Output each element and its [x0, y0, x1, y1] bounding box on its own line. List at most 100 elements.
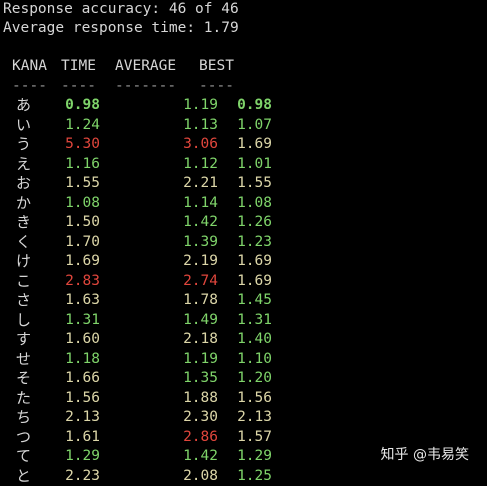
- table-row: え1.161.121.01: [3, 155, 487, 175]
- kana-cell: ち: [3, 408, 38, 428]
- accuracy-line: Response accuracy: 46 of 46: [3, 0, 487, 19]
- time-cell: 1.18: [38, 350, 100, 370]
- terminal-window: Response accuracy: 46 of 46 Average resp…: [3, 0, 487, 475]
- time-cell: 1.70: [38, 233, 100, 253]
- time-cell: 2.83: [38, 272, 100, 292]
- table-row: け1.692.191.69: [3, 252, 487, 272]
- kana-cell: つ: [3, 428, 38, 448]
- table-row: き1.501.421.26: [3, 213, 487, 233]
- kana-cell: た: [3, 389, 38, 409]
- best-cell: 1.69: [218, 272, 272, 292]
- best-cell: 1.55: [218, 174, 272, 194]
- best-cell: 1.57: [218, 428, 272, 448]
- time-cell: 1.55: [38, 174, 100, 194]
- best-cell: 1.01: [218, 155, 272, 175]
- divider-average: -------: [109, 77, 195, 97]
- average-cell: 2.21: [100, 174, 218, 194]
- average-cell: 1.49: [100, 311, 218, 331]
- kana-cell: く: [3, 233, 38, 253]
- table-row: た1.561.881.56: [3, 389, 487, 409]
- table-row: そ1.661.351.20: [3, 369, 487, 389]
- kana-cell: け: [3, 252, 38, 272]
- time-cell: 2.23: [38, 467, 100, 486]
- time-cell: 1.66: [38, 369, 100, 389]
- table-row: ち2.132.302.13: [3, 408, 487, 428]
- average-cell: 2.08: [100, 467, 218, 486]
- kana-cell: そ: [3, 369, 38, 389]
- time-cell: 1.24: [38, 116, 100, 136]
- best-cell: 1.10: [218, 350, 272, 370]
- average-cell: 2.30: [100, 408, 218, 428]
- best-cell: 1.69: [218, 135, 272, 155]
- kana-cell: い: [3, 116, 38, 136]
- kana-cell: す: [3, 330, 38, 350]
- table-header: KANA TIME AVERAGE BEST: [3, 57, 487, 77]
- header-kana: KANA: [3, 57, 61, 77]
- watermark: 知乎 @韦易笑: [381, 446, 469, 465]
- time-cell: 1.63: [38, 291, 100, 311]
- average-cell: 1.88: [100, 389, 218, 409]
- kana-cell: う: [3, 135, 38, 155]
- best-cell: 1.25: [218, 467, 272, 486]
- table-row: あ0.981.190.98: [3, 96, 487, 116]
- best-cell: 1.07: [218, 116, 272, 136]
- average-time-line: Average response time: 1.79: [3, 19, 487, 38]
- time-cell: 5.30: [38, 135, 100, 155]
- kana-cell: し: [3, 311, 38, 331]
- best-cell: 1.56: [218, 389, 272, 409]
- table-row: さ1.631.781.45: [3, 291, 487, 311]
- table-row: い1.241.131.07: [3, 116, 487, 136]
- kana-cell: こ: [3, 272, 38, 292]
- kana-cell: き: [3, 213, 38, 233]
- best-cell: 1.31: [218, 311, 272, 331]
- kana-cell: さ: [3, 291, 38, 311]
- average-cell: 1.19: [100, 350, 218, 370]
- average-cell: 2.19: [100, 252, 218, 272]
- table-row: お1.552.211.55: [3, 174, 487, 194]
- best-cell: 1.23: [218, 233, 272, 253]
- time-cell: 1.31: [38, 311, 100, 331]
- header-best: BEST: [195, 57, 253, 77]
- time-cell: 0.98: [38, 96, 100, 116]
- average-cell: 3.06: [100, 135, 218, 155]
- time-cell: 1.61: [38, 428, 100, 448]
- kana-cell: か: [3, 194, 38, 214]
- best-cell: 1.26: [218, 213, 272, 233]
- average-cell: 2.74: [100, 272, 218, 292]
- table-row: う5.303.061.69: [3, 135, 487, 155]
- header-average: AVERAGE: [109, 57, 195, 77]
- table-row: す1.602.181.40: [3, 330, 487, 350]
- kana-cell: え: [3, 155, 38, 175]
- table-body: あ0.981.190.98い1.241.131.07う5.303.061.69え…: [3, 96, 487, 486]
- header-time: TIME: [61, 57, 109, 77]
- kana-cell: お: [3, 174, 38, 194]
- kana-cell: と: [3, 467, 38, 486]
- average-cell: 1.42: [100, 447, 218, 467]
- divider-best: ----: [195, 77, 253, 97]
- table-row: つ1.612.861.57: [3, 428, 487, 448]
- table-row: せ1.181.191.10: [3, 350, 487, 370]
- time-cell: 1.29: [38, 447, 100, 467]
- table-row: し1.311.491.31: [3, 311, 487, 331]
- average-cell: 2.86: [100, 428, 218, 448]
- best-cell: 1.20: [218, 369, 272, 389]
- average-cell: 2.18: [100, 330, 218, 350]
- average-cell: 1.13: [100, 116, 218, 136]
- average-cell: 1.14: [100, 194, 218, 214]
- average-cell: 1.42: [100, 213, 218, 233]
- best-cell: 1.29: [218, 447, 272, 467]
- time-cell: 1.16: [38, 155, 100, 175]
- table-row: か1.081.141.08: [3, 194, 487, 214]
- average-cell: 1.12: [100, 155, 218, 175]
- best-cell: 2.13: [218, 408, 272, 428]
- divider-kana: ----: [3, 77, 61, 97]
- table-row: こ2.832.741.69: [3, 272, 487, 292]
- average-cell: 1.39: [100, 233, 218, 253]
- divider-time: ----: [61, 77, 109, 97]
- best-cell: 1.40: [218, 330, 272, 350]
- time-cell: 2.13: [38, 408, 100, 428]
- time-cell: 1.69: [38, 252, 100, 272]
- table-row: く1.701.391.23: [3, 233, 487, 253]
- header-divider: ---- ---- ------- ----: [3, 77, 487, 97]
- average-cell: 1.35: [100, 369, 218, 389]
